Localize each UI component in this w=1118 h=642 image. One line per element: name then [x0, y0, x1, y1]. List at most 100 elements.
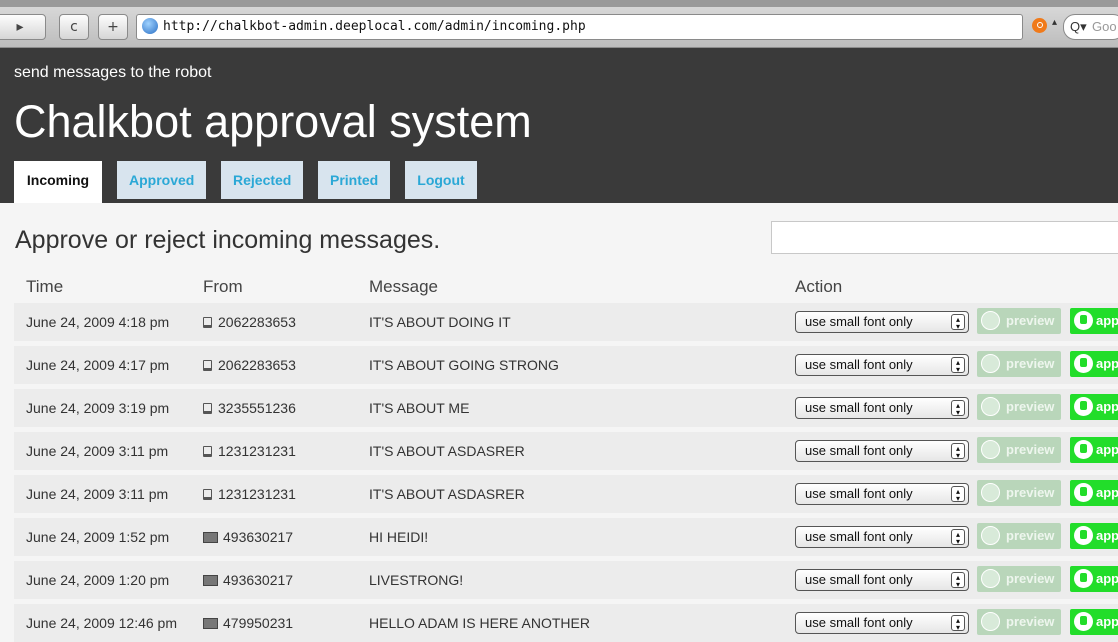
rss-feed-icon[interactable] — [1032, 18, 1047, 33]
caret-up-icon[interactable]: ▴ — [1052, 17, 1057, 28]
computer-icon — [203, 618, 218, 629]
tab-logout[interactable]: Logout — [405, 161, 477, 199]
tab-rejected[interactable]: Rejected — [221, 161, 303, 199]
font-option-select[interactable]: use small font only ▴ ▾ — [795, 569, 969, 591]
site-title: Chalkbot approval system — [14, 96, 532, 147]
thumbs-up-icon — [1074, 569, 1093, 588]
approve-label: app — [1096, 571, 1118, 586]
approve-label: app — [1096, 528, 1118, 543]
preview-label: preview — [1006, 485, 1055, 500]
select-value: use small font only — [805, 572, 913, 587]
select-arrows-icon: ▴ ▾ — [951, 529, 965, 546]
page-heading: Approve or reject incoming messages. — [15, 226, 441, 254]
font-option-select[interactable]: use small font only ▴ ▾ — [795, 612, 969, 634]
tab-approved[interactable]: Approved — [117, 161, 206, 199]
row-from-number: 1231231231 — [218, 443, 296, 459]
thumbs-up-icon — [1074, 397, 1093, 416]
font-option-select[interactable]: use small font only ▴ ▾ — [795, 354, 969, 376]
approve-label: app — [1096, 442, 1118, 457]
preview-button[interactable]: preview — [977, 609, 1061, 635]
preview-button[interactable]: preview — [977, 437, 1061, 463]
select-value: use small font only — [805, 486, 913, 501]
font-option-select[interactable]: use small font only ▴ ▾ — [795, 311, 969, 333]
approve-button[interactable]: app — [1070, 394, 1118, 420]
row-time: June 24, 2009 3:11 pm — [26, 443, 169, 459]
preview-label: preview — [1006, 399, 1055, 414]
row-from: 1231231231 — [203, 475, 296, 513]
select-arrows-icon: ▴ ▾ — [951, 400, 965, 417]
approve-button[interactable]: app — [1070, 523, 1118, 549]
row-time: June 24, 2009 1:52 pm — [26, 529, 170, 545]
table-row: June 24, 2009 4:18 pm 2062283653 IT'S AB… — [14, 303, 1118, 341]
approve-button[interactable]: app — [1070, 308, 1118, 334]
row-message: IT'S ABOUT ME — [369, 400, 470, 416]
url-text: http://chalkbot-admin.deeplocal.com/admi… — [163, 19, 586, 34]
select-arrows-icon: ▴ ▾ — [951, 572, 965, 589]
thumbs-up-icon — [1074, 526, 1093, 545]
row-from: 3235551236 — [203, 389, 296, 427]
preview-label: preview — [1006, 442, 1055, 457]
font-option-select[interactable]: use small font only ▴ ▾ — [795, 483, 969, 505]
preview-button[interactable]: preview — [977, 480, 1061, 506]
select-arrows-icon: ▴ ▾ — [951, 615, 965, 632]
select-value: use small font only — [805, 443, 913, 458]
preview-icon — [981, 612, 1000, 631]
row-time: June 24, 2009 3:11 pm — [26, 486, 169, 502]
thumbs-up-icon — [1074, 483, 1093, 502]
row-from-number: 3235551236 — [218, 400, 296, 416]
browser-search-input[interactable]: Q▾ Goo — [1063, 14, 1118, 40]
approve-button[interactable]: app — [1070, 437, 1118, 463]
font-option-select[interactable]: use small font only ▴ ▾ — [795, 397, 969, 419]
phone-icon — [203, 403, 212, 414]
preview-button[interactable]: preview — [977, 523, 1061, 549]
row-message: HI HEIDI! — [369, 529, 429, 545]
preview-label: preview — [1006, 313, 1055, 328]
row-from: 2062283653 — [203, 346, 296, 384]
row-message: IT'S ABOUT ASDASRER — [369, 486, 525, 502]
preview-icon — [981, 397, 1000, 416]
row-time: June 24, 2009 12:46 pm — [26, 615, 178, 631]
preview-button[interactable]: preview — [977, 394, 1061, 420]
font-option-select[interactable]: use small font only ▴ ▾ — [795, 440, 969, 462]
row-from: 493630217 — [203, 561, 293, 599]
preview-icon — [981, 440, 1000, 459]
back-forward-button[interactable]: ▸ — [0, 14, 46, 40]
row-message: IT'S ABOUT ASDASRER — [369, 443, 525, 459]
new-tab-button[interactable]: + — [98, 14, 128, 40]
column-header-action: Action — [795, 277, 843, 296]
site-tagline: send messages to the robot — [14, 64, 212, 81]
preview-icon — [981, 483, 1000, 502]
table-row: June 24, 2009 1:20 pm 493630217 LIVESTRO… — [14, 561, 1118, 599]
row-from: 2062283653 — [203, 303, 296, 341]
preview-button[interactable]: preview — [977, 351, 1061, 377]
preview-label: preview — [1006, 356, 1055, 371]
row-message: LIVESTRONG! — [369, 572, 464, 588]
table-row: June 24, 2009 3:11 pm 1231231231 IT'S AB… — [14, 432, 1118, 470]
approve-button[interactable]: app — [1070, 609, 1118, 635]
preview-icon — [981, 526, 1000, 545]
reload-icon: c — [70, 19, 78, 35]
row-time: June 24, 2009 3:19 pm — [26, 400, 170, 416]
forward-icon: ▸ — [16, 19, 24, 35]
preview-icon — [981, 311, 1000, 330]
row-message: IT'S ABOUT GOING STRONG — [369, 357, 559, 373]
filter-input[interactable] — [771, 221, 1118, 254]
select-arrows-icon: ▴ ▾ — [951, 443, 965, 460]
preview-button[interactable]: preview — [977, 308, 1061, 334]
column-header-time: Time — [26, 277, 64, 296]
table-row: June 24, 2009 3:11 pm 1231231231 IT'S AB… — [14, 475, 1118, 513]
phone-icon — [203, 446, 212, 457]
approve-button[interactable]: app — [1070, 566, 1118, 592]
approve-button[interactable]: app — [1070, 351, 1118, 377]
approve-button[interactable]: app — [1070, 480, 1118, 506]
font-option-select[interactable]: use small font only ▴ ▾ — [795, 526, 969, 548]
computer-icon — [203, 575, 218, 586]
select-arrows-icon: ▴ ▾ — [951, 314, 965, 331]
column-header-message: Message — [369, 277, 438, 296]
reload-button[interactable]: c — [59, 14, 89, 40]
tab-printed[interactable]: Printed — [318, 161, 390, 199]
preview-button[interactable]: preview — [977, 566, 1061, 592]
row-from-number: 2062283653 — [218, 314, 296, 330]
tab-incoming[interactable]: Incoming — [14, 161, 102, 203]
address-bar[interactable]: http://chalkbot-admin.deeplocal.com/admi… — [136, 14, 1023, 40]
